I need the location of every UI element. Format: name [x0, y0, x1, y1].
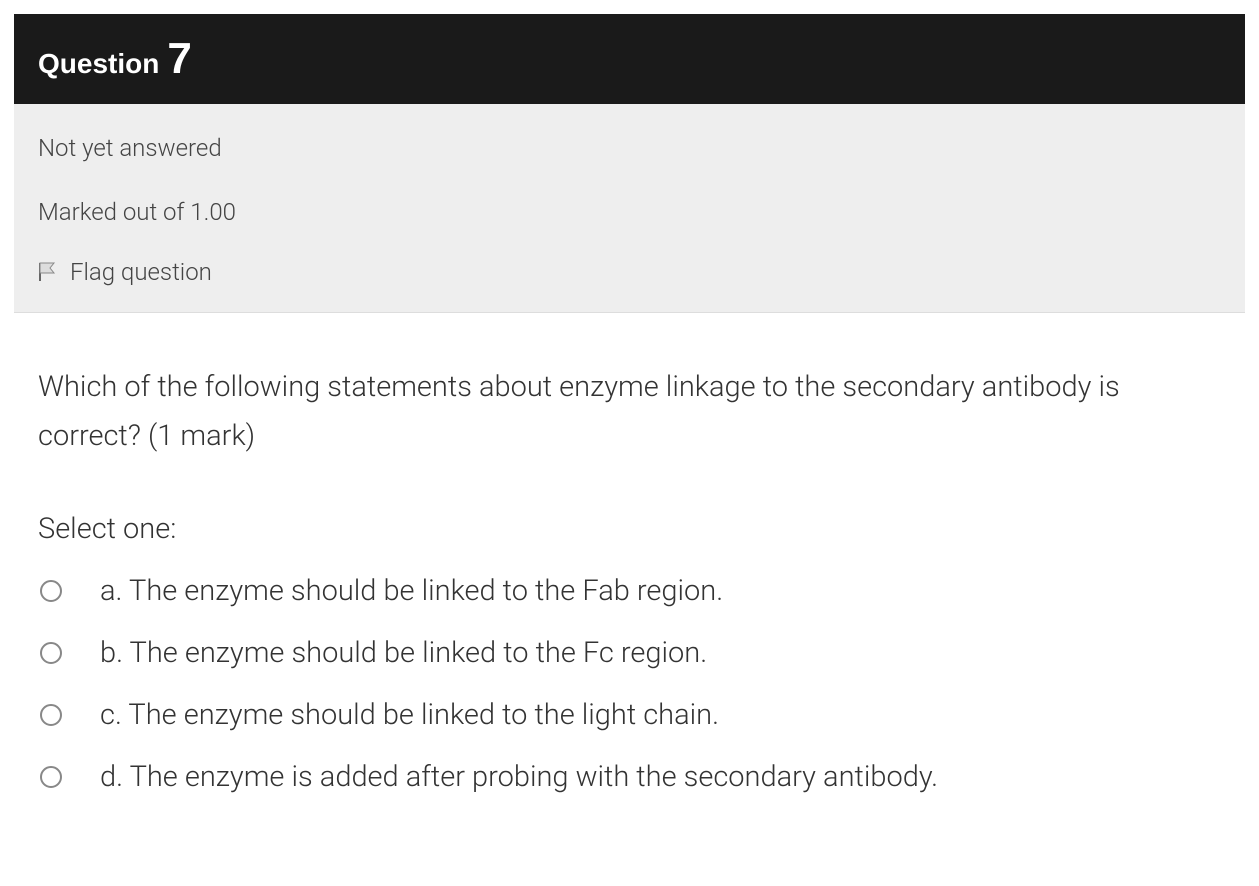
flag-question-label: Flag question: [70, 258, 212, 286]
options-list: a. The enzyme should be linked to the Fa…: [38, 574, 1221, 794]
option-text: b. The enzyme should be linked to the Fc…: [100, 636, 707, 670]
marks-text: Marked out of 1.00: [38, 180, 1221, 244]
question-label: Question: [38, 48, 159, 79]
select-one-label: Select one:: [38, 512, 1221, 546]
question-body: Which of the following statements about …: [14, 313, 1245, 814]
question-number: 7: [167, 34, 191, 83]
option-c[interactable]: c. The enzyme should be linked to the li…: [38, 698, 1221, 732]
question-header: Question 7: [14, 14, 1245, 104]
radio-button[interactable]: [40, 580, 62, 602]
radio-button[interactable]: [40, 642, 62, 664]
option-text: c. The enzyme should be linked to the li…: [100, 698, 719, 732]
option-a[interactable]: a. The enzyme should be linked to the Fa…: [38, 574, 1221, 608]
flag-icon: [38, 261, 58, 283]
option-text: a. The enzyme should be linked to the Fa…: [100, 574, 723, 608]
status-text: Not yet answered: [38, 116, 1221, 180]
option-text: d. The enzyme is added after probing wit…: [100, 760, 938, 794]
option-b[interactable]: b. The enzyme should be linked to the Fc…: [38, 636, 1221, 670]
radio-button[interactable]: [40, 704, 62, 726]
flag-question-link[interactable]: Flag question: [38, 244, 1221, 292]
option-d[interactable]: d. The enzyme is added after probing wit…: [38, 760, 1221, 794]
question-meta: Not yet answered Marked out of 1.00 Flag…: [14, 104, 1245, 313]
radio-button[interactable]: [40, 766, 62, 788]
question-text: Which of the following statements about …: [38, 363, 1221, 462]
